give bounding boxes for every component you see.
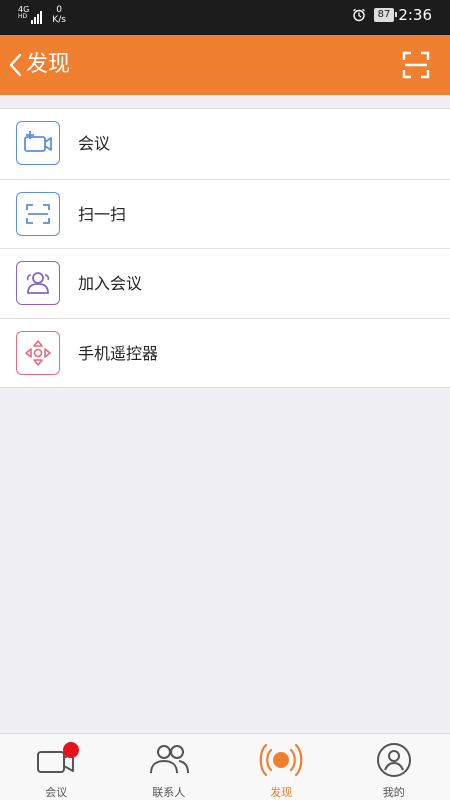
- tab-contacts[interactable]: 联系人: [113, 734, 226, 800]
- group-icon: [16, 261, 60, 305]
- speed-unit: K/s: [52, 15, 66, 25]
- status-bar: 4G HD 0 K/s 87 2:36: [0, 0, 450, 35]
- network-sub: HD: [18, 13, 28, 20]
- video-add-icon: [16, 121, 60, 165]
- scan-icon: [16, 191, 60, 236]
- scan-frame-icon[interactable]: [402, 51, 430, 79]
- signal-icon: [31, 10, 43, 24]
- app-header: 发现: [0, 35, 450, 95]
- tab-meeting[interactable]: 会议: [0, 734, 113, 800]
- contacts-icon: [149, 745, 189, 774]
- bottom-tab-bar: 会议 联系人 发现 我的: [0, 733, 450, 800]
- list-item-join-meeting[interactable]: 加入会议: [0, 248, 450, 318]
- alarm-icon: [352, 8, 365, 22]
- tab-label: 联系人: [152, 786, 186, 799]
- battery-icon: 87: [373, 8, 398, 22]
- tab-discover[interactable]: 发现: [225, 734, 338, 800]
- chevron-left-icon[interactable]: [4, 49, 28, 81]
- status-time: 2:36: [398, 6, 432, 24]
- page-title: 发现: [26, 52, 71, 77]
- dpad-icon: [16, 330, 60, 375]
- broadcast-icon: [259, 743, 303, 777]
- status-right: 87 2:36: [352, 6, 432, 24]
- list-item-label: 扫一扫: [78, 204, 127, 224]
- list-item-scan[interactable]: 扫一扫: [0, 178, 450, 249]
- speed-value: 0: [56, 5, 62, 15]
- notification-badge: [63, 742, 79, 758]
- list-item-remote-control[interactable]: 手机遥控器: [0, 317, 450, 388]
- list-item-label: 会议: [78, 134, 111, 153]
- list-item-meeting[interactable]: 会议: [0, 109, 450, 179]
- discover-list: 会议 扫一扫 加入会议 手机遥控器: [0, 108, 450, 388]
- status-left: 4G HD 0 K/s: [18, 5, 66, 25]
- tab-label: 我的: [382, 786, 405, 799]
- tab-label: 发现: [270, 786, 293, 799]
- network-indicator: 4G HD: [18, 5, 31, 20]
- network-speed: 0 K/s: [52, 5, 66, 25]
- profile-icon: [376, 743, 411, 777]
- tab-label: 会议: [45, 786, 68, 799]
- list-item-label: 手机遥控器: [78, 343, 159, 363]
- list-item-label: 加入会议: [78, 274, 143, 293]
- tab-profile[interactable]: 我的: [338, 734, 450, 800]
